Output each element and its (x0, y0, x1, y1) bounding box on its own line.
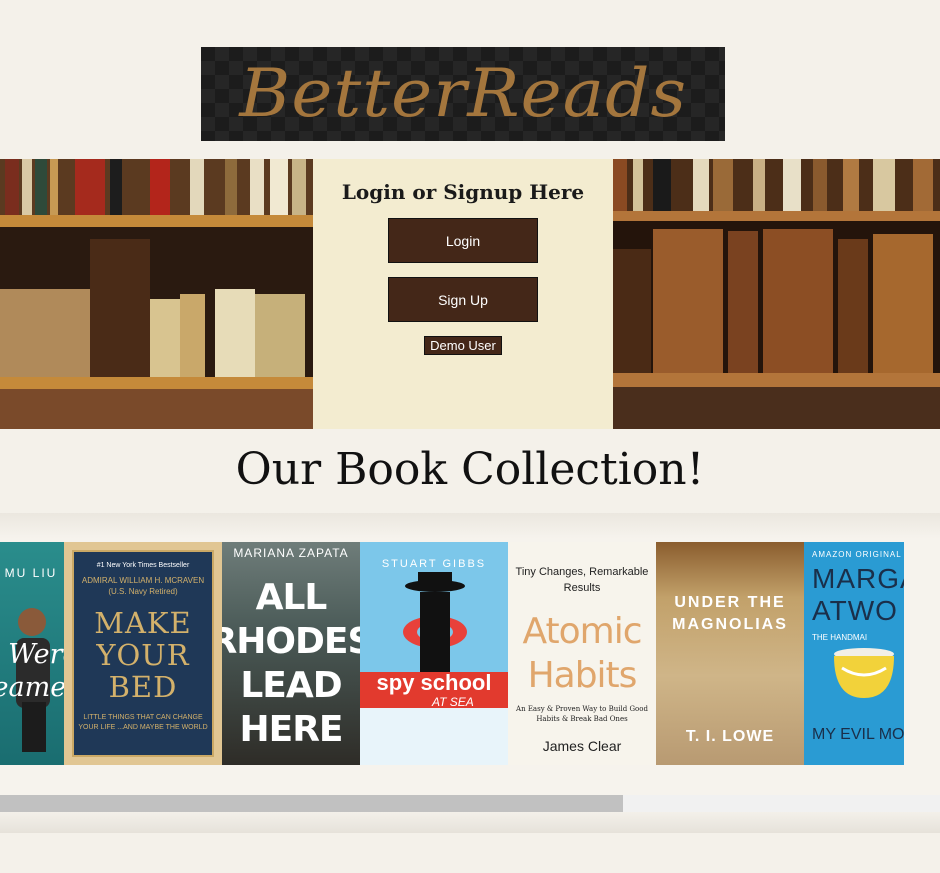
pot-icon (834, 648, 894, 698)
book-title: ALL RHODES LEAD HERE (222, 577, 360, 750)
carousel-scrollbar[interactable] (0, 795, 940, 812)
demo-user-button[interactable]: Demo User (424, 336, 502, 355)
book-subtitle: THE HANDMAI (812, 633, 868, 642)
collection-title: Our Book Collection! (235, 444, 705, 495)
book-tag: #1 New York Times Bestseller (96, 562, 190, 569)
book-cover[interactable]: UNDER THE MAGNOLIAS T. I. LOWE (656, 542, 804, 765)
logo-text: BetterReads (239, 55, 687, 132)
book-tag: AMAZON ORIGINAL (812, 550, 902, 559)
bookshelf-image-left (0, 159, 313, 429)
login-title: Login or Signup Here (341, 180, 585, 204)
bookshelf-image-right (613, 159, 940, 429)
book-author: ADMIRAL WILLIAM H. MCRAVEN (U.S. Navy Re… (81, 576, 205, 596)
book-subtitle: LITTLE THINGS THAT CAN CHANGE YOUR LIFE … (78, 714, 208, 731)
book-cover[interactable]: MARIANA ZAPATA ALL RHODES LEAD HERE (222, 542, 360, 765)
scrollbar-thumb[interactable] (0, 795, 624, 812)
book-cover[interactable]: #1 New York Times Bestseller ADMIRAL WIL… (64, 542, 222, 765)
book-author: James Clear (542, 738, 622, 754)
book-author: MARIANA ZAPATA (233, 546, 349, 560)
signup-button[interactable]: Sign Up (388, 277, 538, 322)
book-cover[interactable]: AMAZON ORIGINAL MARGA ATWO THE HANDMAI M… (804, 542, 904, 765)
book-author: MARGA ATWO (812, 563, 904, 626)
book-title: We Were Dreamers (0, 639, 64, 703)
book-title: MY EVIL MO (812, 726, 904, 743)
book-carousel[interactable]: MU LIU We Were Dreamers #1 New York Time… (0, 542, 940, 765)
book-title: UNDER THE MAGNOLIAS (672, 594, 788, 633)
book-cover[interactable]: STUART GIBBS spy school AT SEA (360, 542, 508, 765)
book-tag: Tiny Changes, Remarkable Results (515, 566, 649, 594)
book-cover[interactable]: Tiny Changes, Remarkable Results Atomic … (508, 542, 656, 765)
logo: BetterReads (201, 47, 725, 141)
book-author: T. I. LOWE (685, 728, 775, 745)
book-subtitle: An Easy & Proven Way to Build Good Habit… (516, 705, 648, 723)
book-title: MAKE YOUR BED (94, 606, 192, 704)
book-author: MU LIU (4, 566, 58, 580)
book-cover[interactable]: MU LIU We Were Dreamers (0, 542, 64, 765)
book-title: Atomic Habits (522, 611, 643, 696)
login-panel: Login or Signup Here Login Sign Up Demo … (313, 159, 613, 429)
login-button[interactable]: Login (388, 218, 538, 263)
book-subtitle: AT SEA (432, 695, 474, 709)
book-author: STUART GIBBS (381, 558, 487, 570)
